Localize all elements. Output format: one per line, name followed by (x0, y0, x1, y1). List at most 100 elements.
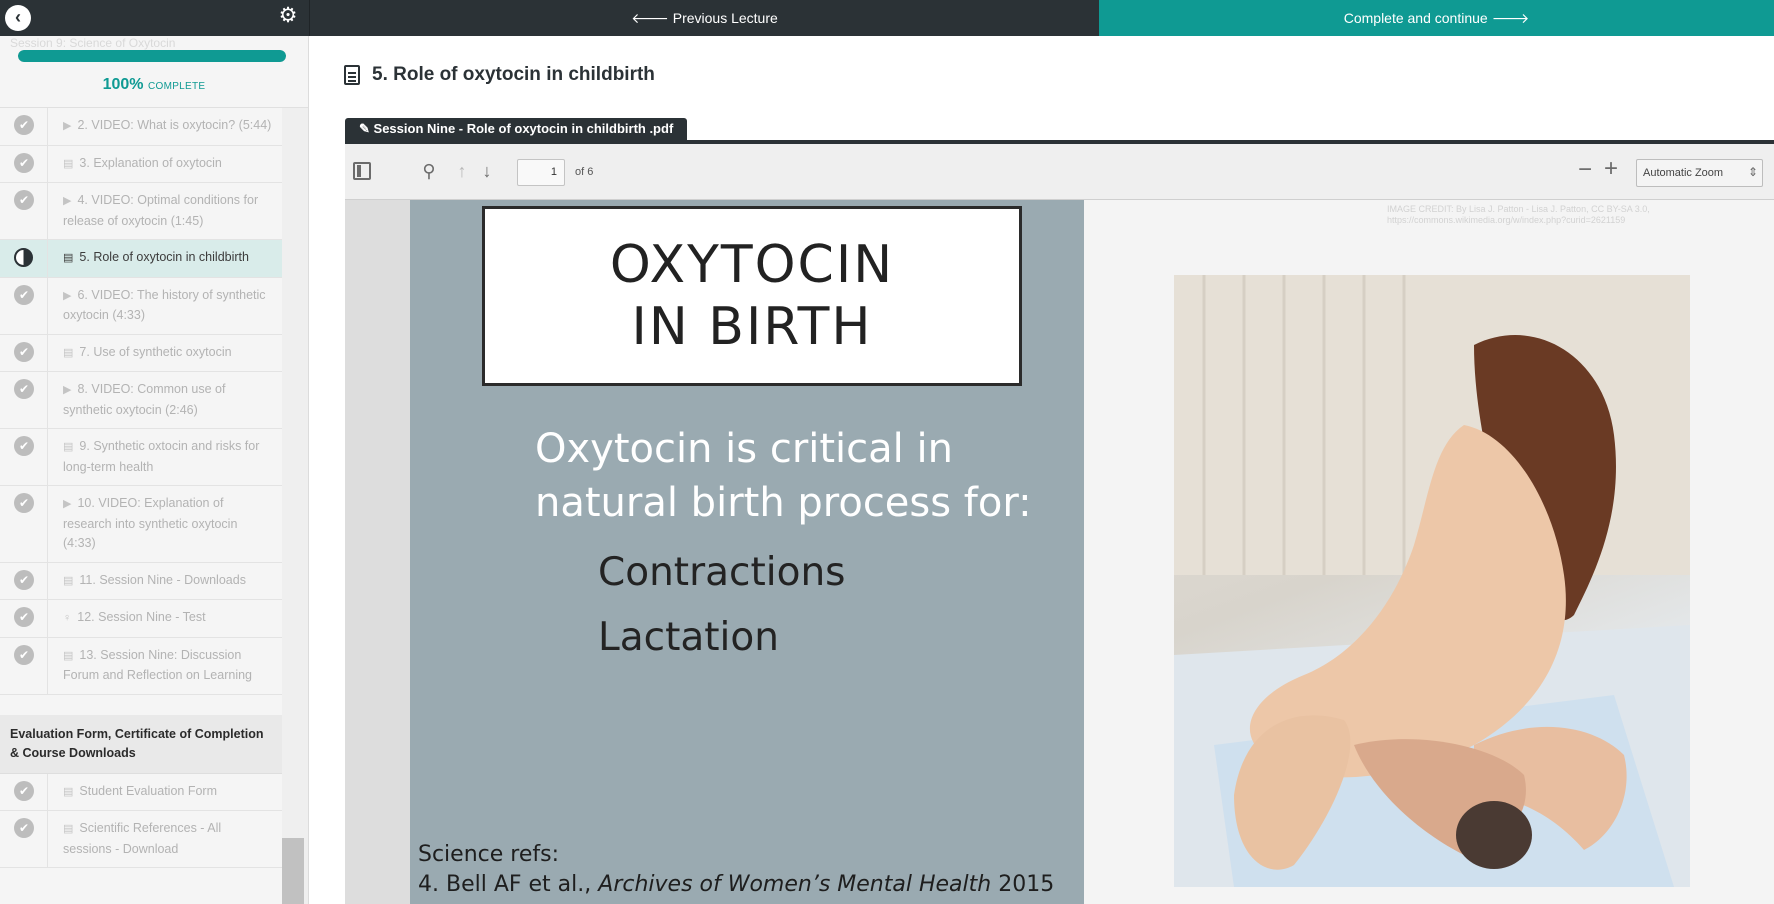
lecture-number: 10. (77, 496, 95, 510)
lecture-item[interactable]: ✔ ▶ 6. VIDEO: The history of synthetic ox… (0, 277, 282, 335)
lecture-content: 5. Role of oxytocin in childbirth ✎ Sess… (310, 36, 1774, 904)
reference-authors: 4. Bell AF et al., (418, 872, 592, 897)
reference-year: 2015 (998, 872, 1055, 897)
lecture-number: 2. (77, 118, 88, 132)
page-total: of 6 (575, 166, 594, 178)
completed-check-icon: ✔ (14, 190, 34, 210)
lecture-label: Session Nine - Downloads (99, 572, 246, 587)
completed-check-icon: ✔ (14, 341, 34, 362)
lecture-number: 4. (77, 193, 88, 207)
lecture-number: 5. (79, 250, 90, 264)
lecture-number: 8. (77, 382, 88, 396)
document-icon: ▤ (63, 157, 74, 170)
search-icon[interactable]: ⚲ (417, 161, 441, 183)
lecture-heading: 5. Role of oxytocin in childbirth (344, 64, 655, 86)
lecture-label: VIDEO: Common use of synthetic oxytocin … (63, 382, 226, 417)
lecture-number: 11. (79, 572, 96, 587)
lecture-label: VIDEO: The history of synthetic oxytocin… (63, 287, 266, 323)
video-icon: ▶ (63, 195, 72, 207)
lecture-title: 5. Role of oxytocin in childbirth (372, 64, 655, 85)
gear-icon[interactable]: ⚙ (276, 4, 300, 28)
lecture-label: VIDEO: What is oxytocin? (5:44) (91, 118, 272, 132)
completed-check-icon: ✔ (14, 115, 34, 135)
document-icon: ▤ (63, 649, 74, 662)
lecture-number: 12. (77, 610, 95, 624)
lecture-item[interactable]: ✔ ▶ 4. VIDEO: Optimal conditions for rele… (0, 183, 282, 240)
next-page-icon[interactable]: ↓ (475, 161, 499, 183)
lecture-item[interactable]: ✔ ▶ 2. VIDEO: What is oxytocin? (5:44) (0, 108, 282, 146)
complete-and-continue-button[interactable]: Complete and continue 🡒 (1099, 0, 1774, 36)
completed-check-icon: ✔ (14, 569, 34, 590)
paperclip-icon: ✎ (359, 121, 370, 136)
sidebar-scrollbar[interactable] (282, 108, 308, 904)
attachment-label: Session Nine - Role of oxytocin in child… (373, 121, 674, 136)
attachment-tab[interactable]: ✎ Session Nine - Role of oxytocin in chi… (345, 118, 688, 140)
video-icon: ▶ (63, 120, 72, 132)
lecture-item[interactable]: ✔ ▤ 3. Explanation of oxytocin (0, 145, 282, 183)
document-icon (344, 65, 360, 85)
previous-lecture-label: Previous Lecture (672, 10, 778, 26)
video-icon: ▶ (63, 498, 72, 510)
document-icon: ▤ (63, 346, 74, 359)
zoom-out-icon[interactable]: − (1573, 158, 1597, 182)
lecture-item[interactable]: ✔ ▤ 11. Session Nine - Downloads (0, 562, 282, 600)
birth-photo-illustration (1174, 275, 1690, 887)
completed-check-icon: ✔ (14, 493, 34, 513)
complete-and-continue-label: Complete and continue (1343, 10, 1488, 26)
zoom-in-icon[interactable]: + (1599, 157, 1623, 181)
document-icon: ▤ (63, 823, 74, 835)
sidebar-toggle-icon[interactable] (353, 162, 371, 180)
lecture-item-active[interactable]: ▤ 5. Role of oxytocin in childbirth (0, 240, 282, 278)
completed-check-icon: ✔ (14, 284, 34, 305)
lecture-label: VIDEO: Optimal conditions for release of… (63, 193, 259, 228)
completed-check-icon: ✔ (14, 818, 34, 838)
in-progress-icon (14, 248, 33, 267)
previous-page-icon[interactable]: ↑ (450, 161, 474, 183)
lecture-label: Synthetic oxtocin and risks for long-ter… (63, 439, 260, 474)
document-icon: ▤ (63, 785, 74, 798)
slide-text-panel: OXYTOCIN IN BIRTH Oxytocin is critical i… (410, 200, 1084, 904)
back-icon[interactable]: ‹ (5, 5, 31, 31)
arrow-right-icon: 🡒 (1491, 9, 1530, 26)
progress-percent: 100% (102, 76, 144, 93)
completed-check-icon: ✔ (14, 644, 34, 665)
lecture-item[interactable]: ✔ ▤ Scientific References - All sessions … (0, 811, 282, 868)
previous-lecture-button[interactable]: 🡐 Previous Lecture (309, 0, 1099, 36)
lecture-label: Scientific References - All sessions - D… (63, 821, 222, 856)
lecture-label: Session Nine - Test (98, 610, 206, 624)
progress-bar-fill (18, 50, 286, 62)
pdf-page-area[interactable]: OXYTOCIN IN BIRTH Oxytocin is critical i… (345, 200, 1774, 904)
document-icon: ▤ (63, 252, 74, 264)
slide-title-line1: OXYTOCIN (609, 235, 895, 295)
lecture-item[interactable]: ✔ ▶ 8. VIDEO: Common use of synthetic oxy… (0, 372, 282, 429)
completed-check-icon: ✔ (14, 436, 34, 456)
zoom-select[interactable]: Automatic Zoom (1636, 159, 1763, 187)
completed-check-icon: ✔ (14, 152, 34, 173)
document-icon: ▤ (63, 574, 74, 587)
lecture-item[interactable]: ✔ ▶ 10. VIDEO: Explanation of research in… (0, 486, 282, 563)
slide-image-panel: IMAGE CREDIT: By Lisa J. Patton - Lisa J… (1084, 200, 1774, 904)
section-title-faded: Session 9: Science of Oxytocin (10, 36, 176, 50)
lecture-item[interactable]: ✔ ▤ 9. Synthetic oxtocin and risks for lo… (0, 429, 282, 486)
lecture-label: Explanation of oxytocin (93, 155, 222, 170)
reference-journal: Archives of Women’s Mental Health (598, 872, 992, 897)
lecture-number: 7. (79, 344, 90, 359)
progress-bar (18, 50, 286, 62)
lecture-number: 3. (79, 155, 90, 170)
pdf-toolbar: ⚲ ↑ ↓ 1 of 6 − + Automatic Zoom (345, 144, 1774, 200)
progress-suffix: COMPLETE (147, 81, 206, 92)
completed-check-icon: ✔ (14, 607, 34, 627)
lecture-item[interactable]: ✔ ▤ 13. Session Nine: Discussion Forum an… (0, 637, 282, 695)
sidebar-scrollbar-thumb[interactable] (282, 838, 304, 904)
slide-refs-heading: Science refs: (418, 842, 559, 867)
lecture-item[interactable]: ✔ ▤ 7. Use of synthetic oxytocin (0, 334, 282, 372)
lecture-label: Student Evaluation Form (79, 783, 217, 798)
completed-check-icon: ✔ (14, 780, 34, 801)
slide-reference: 4. Bell AF et al., Archives of Women’s M… (418, 872, 1054, 897)
page-number-input[interactable]: 1 (517, 159, 565, 186)
image-credit-line1: IMAGE CREDIT: By Lisa J. Patton - Lisa J… (1387, 204, 1650, 214)
video-icon: ▶ (63, 384, 72, 396)
lecture-item[interactable]: ✔ ▤ Student Evaluation Form (0, 773, 282, 811)
image-credit-line2: https://commons.wikimedia.org/w/index.ph… (1387, 215, 1626, 225)
lecture-item[interactable]: ✔ ♀ 12. Session Nine - Test (0, 600, 282, 638)
